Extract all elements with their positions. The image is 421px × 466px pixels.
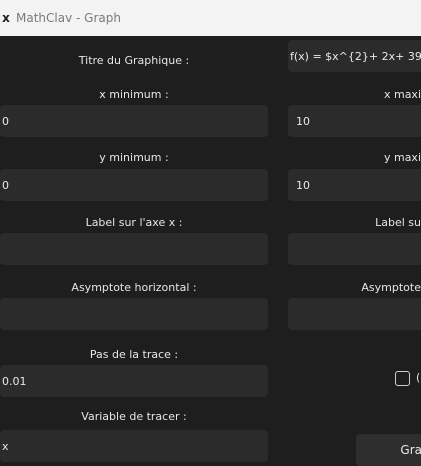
xmin-label: x minimum : (99, 88, 169, 101)
step-label: Pas de la trace : (89, 348, 179, 361)
vasym-input[interactable] (288, 298, 421, 330)
hasym-input[interactable] (0, 298, 268, 330)
ymin-value: 0 (2, 178, 9, 192)
title-label: Titre du Graphique : (78, 54, 190, 67)
option-checkbox-label: ( (416, 371, 421, 384)
window-title: MathClav - Graph (16, 11, 121, 25)
xmin-value: 0 (2, 114, 9, 128)
xmax-value: 10 (296, 114, 310, 128)
xmax-input[interactable]: 10 (288, 105, 421, 137)
variable-input[interactable]: x (0, 430, 268, 462)
xmin-input[interactable]: 0 (0, 105, 268, 137)
xmax-label: x maxi (383, 88, 421, 101)
hasym-label: Asymptote horizontal : (71, 281, 197, 294)
graph-title-value: f(x) = $x^{2}+ 2x+ 39 (290, 49, 421, 63)
step-value: 0.01 (2, 374, 27, 388)
ymax-input[interactable]: 10 (288, 169, 421, 201)
window-title-bar: x MathClav - Graph (0, 0, 421, 36)
ymax-label: y maxi (383, 151, 421, 164)
ymin-input[interactable]: 0 (0, 169, 268, 201)
vasym-label: Asymptote (361, 281, 421, 294)
ymin-label: y minimum : (99, 151, 169, 164)
variable-value: x (2, 439, 9, 453)
xaxis-input[interactable] (0, 233, 268, 265)
graph-settings-panel: Titre du Graphique : f(x) = $x^{2}+ 2x+ … (0, 36, 421, 466)
variable-label: Variable de tracer : (81, 410, 187, 423)
yaxis-label: Label su (375, 216, 421, 229)
graph-title-input[interactable]: f(x) = $x^{2}+ 2x+ 39 (288, 40, 421, 72)
step-input[interactable]: 0.01 (0, 365, 268, 397)
option-checkbox[interactable] (395, 371, 410, 386)
ymax-value: 10 (296, 178, 310, 192)
xaxis-label: Label sur l'axe x : (85, 216, 183, 229)
graph-button-label: Gra (400, 443, 421, 457)
yaxis-input[interactable] (288, 233, 421, 265)
graph-button[interactable]: Gra (356, 434, 421, 466)
app-icon: x (2, 11, 10, 25)
